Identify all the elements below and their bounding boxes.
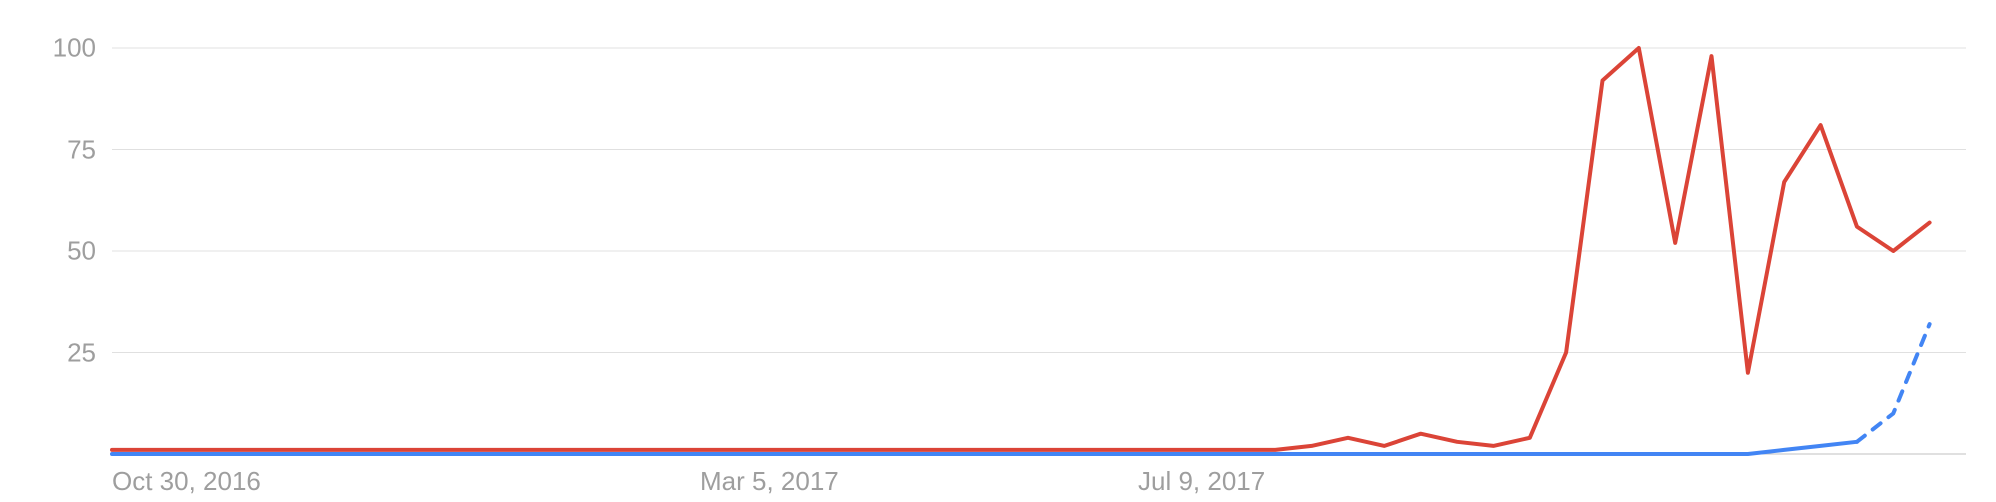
series-blue-forecast <box>1857 324 1930 442</box>
trends-line-chart: 100 75 50 25 Oct 30, 2016 Mar 5, 2017 Ju… <box>0 0 1996 502</box>
gridlines <box>112 48 1966 353</box>
x-tick-2: Jul 9, 2017 <box>1138 466 1265 497</box>
y-tick-100: 100 <box>46 33 96 64</box>
y-tick-75: 75 <box>46 135 96 166</box>
series-red <box>112 48 1930 450</box>
x-tick-1: Mar 5, 2017 <box>700 466 839 497</box>
x-tick-0: Oct 30, 2016 <box>112 466 261 497</box>
y-tick-50: 50 <box>46 236 96 267</box>
y-tick-25: 25 <box>46 338 96 369</box>
plot-area <box>112 48 1966 454</box>
